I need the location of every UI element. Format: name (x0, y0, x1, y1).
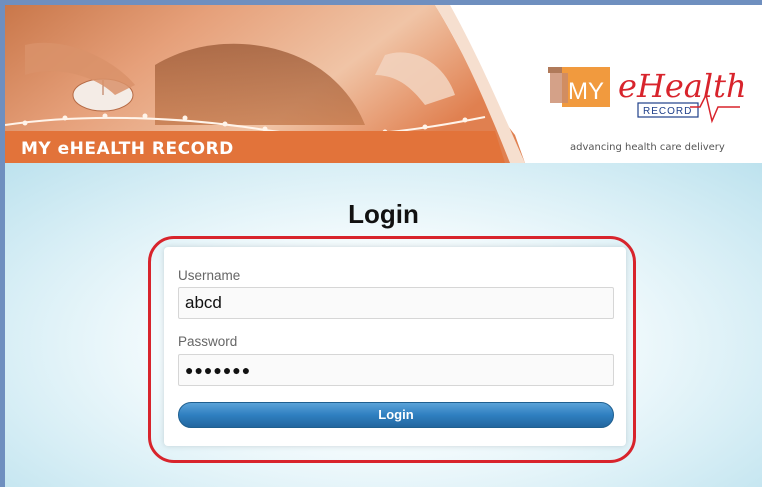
password-label: Password (178, 334, 238, 349)
banner-title: MY eHEALTH RECORD (21, 139, 234, 159)
logo-tagline: advancing health care delivery (570, 142, 725, 153)
svg-text:MY: MY (568, 78, 604, 105)
password-mask: ●●●●●●● (185, 362, 252, 378)
main-content: Login Username abcd Password ●●●●●●● Log… (5, 163, 762, 487)
login-form: Username abcd Password ●●●●●●● Login (164, 247, 626, 446)
page-title: Login (348, 199, 419, 229)
username-label: Username (178, 268, 241, 283)
header-banner: MY eHEALTH RECORD MY eHealth RECORD adva… (5, 5, 762, 163)
svg-text:RECORD: RECORD (643, 106, 692, 117)
svg-text:eHealth: eHealth (618, 67, 747, 105)
password-field[interactable]: ●●●●●●● (178, 354, 614, 386)
login-button[interactable]: Login (178, 402, 614, 428)
browser-frame: MY eHEALTH RECORD MY eHealth RECORD adva… (0, 0, 762, 487)
username-field[interactable]: abcd (178, 287, 614, 319)
myehealth-logo: MY eHealth RECORD advancing health care … (540, 45, 760, 160)
